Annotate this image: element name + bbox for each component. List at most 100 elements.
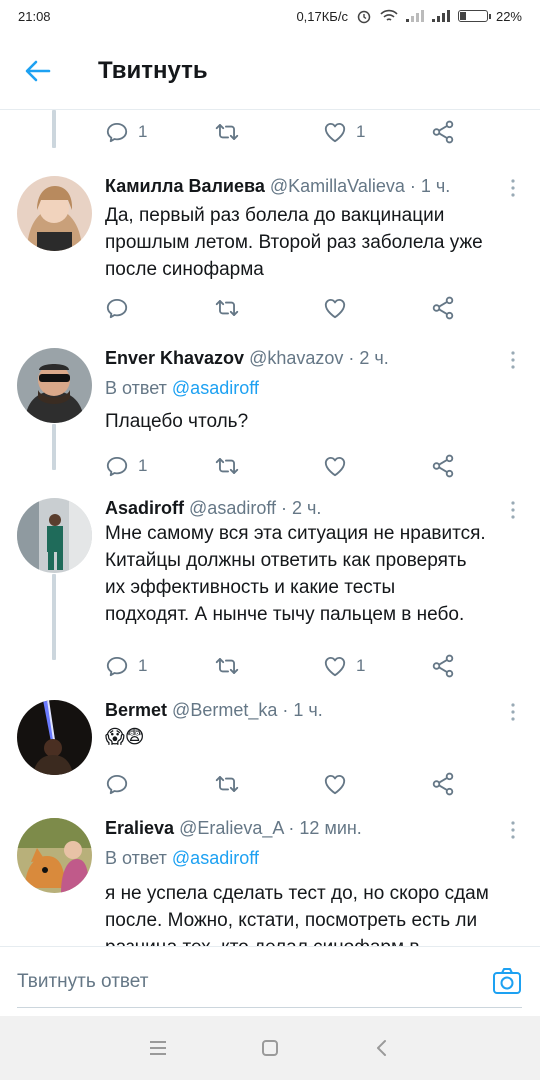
status-bar: 21:08 0,17КБ/с 22% (0, 0, 540, 32)
avatar[interactable] (17, 498, 92, 573)
like-icon (322, 771, 348, 797)
thread-line (52, 574, 56, 660)
back-triangle-icon[interactable] (370, 1036, 394, 1060)
tweet-text: Плацебо чтоль? (105, 411, 249, 432)
share-icon (430, 771, 456, 797)
retweet-icon (214, 653, 240, 679)
thread-line (52, 424, 56, 470)
reply-icon (104, 653, 130, 679)
tweet-time: · 1 ч. (409, 176, 451, 196)
retweet-icon (214, 119, 240, 145)
retweet-icon (214, 771, 240, 797)
avatar[interactable] (17, 348, 92, 423)
status-time: 21:08 (18, 8, 51, 24)
author-name[interactable]: Камилла Валиева (105, 176, 265, 196)
avatar[interactable] (17, 818, 92, 893)
reply-button[interactable]: 1 (104, 646, 147, 686)
author-name[interactable]: Bermet (105, 700, 167, 720)
reply-icon (104, 771, 130, 797)
status-right: 0,17КБ/с 22% (296, 8, 522, 24)
share-button[interactable] (430, 446, 456, 486)
home-square-icon[interactable] (258, 1036, 282, 1060)
tweet-header: Eralieva @Eralieva_A · 12 мин. (105, 818, 362, 839)
retweet-button[interactable] (214, 112, 240, 152)
retweet-button[interactable] (214, 646, 240, 686)
reply-input[interactable]: Твитнуть ответ (17, 971, 148, 993)
tweet-actions: 1 (104, 446, 464, 486)
thread-line (52, 110, 56, 148)
tweet-text: 😱😨 (105, 727, 145, 748)
battery-icon (457, 10, 491, 22)
reply-button[interactable]: 1 (104, 112, 147, 152)
more-icon[interactable] (508, 500, 518, 520)
share-button[interactable] (430, 112, 456, 152)
like-button[interactable] (322, 288, 356, 328)
more-icon[interactable] (508, 178, 518, 198)
system-nav-bar (0, 1016, 540, 1080)
retweet-button[interactable] (214, 288, 240, 328)
like-button[interactable]: 1 (322, 112, 365, 152)
like-button[interactable] (322, 764, 356, 804)
author-handle[interactable]: @Bermet_ka (172, 700, 277, 720)
author-name[interactable]: Asadiroff (105, 498, 184, 518)
author-name[interactable]: Enver Khavazov (105, 348, 244, 368)
camera-icon[interactable] (492, 967, 522, 995)
avatar[interactable] (17, 176, 92, 251)
reply-button[interactable] (104, 764, 138, 804)
tweet-time: · 2 ч. (348, 348, 389, 368)
author-name[interactable]: Eralieva (105, 818, 174, 838)
tweet-text: Мне самому вся эта ситуация не нравится.… (105, 523, 486, 625)
share-button[interactable] (430, 646, 456, 686)
tweet-header: Asadiroff @asadiroff · 2 ч. (105, 498, 321, 519)
reply-context: В ответ @asadiroff (105, 378, 259, 398)
menu-icon[interactable] (146, 1036, 170, 1060)
more-icon[interactable] (508, 350, 518, 370)
wifi-icon (380, 9, 398, 21)
app-bar: Твитнуть (0, 32, 540, 110)
retweet-icon (214, 295, 240, 321)
author-handle[interactable]: @khavazov (249, 348, 343, 368)
author-handle[interactable]: @asadiroff (189, 498, 276, 518)
share-button[interactable] (430, 764, 456, 804)
back-arrow-icon (25, 60, 51, 81)
reply-button[interactable]: 1 (104, 446, 147, 486)
retweet-icon (214, 453, 240, 479)
reply-icon (104, 453, 130, 479)
network-speed: 0,17КБ/с (296, 8, 348, 24)
tweet-actions: 1 1 (104, 646, 464, 686)
tweet-feed[interactable]: 1 1 Камилла Валиева @KamillaValieva · 1 … (0, 110, 540, 946)
share-icon (430, 653, 456, 679)
tweet-header: Enver Khavazov @khavazov · 2 ч. (105, 348, 389, 369)
like-button[interactable] (322, 446, 356, 486)
tweet-actions (104, 764, 464, 804)
battery-fill (459, 12, 467, 20)
tweet-header: Камилла Валиева @KamillaValieva · 1 ч. (105, 176, 450, 197)
more-icon[interactable] (508, 702, 518, 722)
author-handle[interactable]: @KamillaValieva (270, 176, 405, 196)
retweet-button[interactable] (214, 764, 240, 804)
input-underline (17, 1007, 522, 1008)
retweet-button[interactable] (214, 446, 240, 486)
avatar[interactable] (17, 700, 92, 775)
share-icon (430, 119, 456, 145)
reply-button[interactable] (104, 288, 138, 328)
reply-to-handle[interactable]: @asadiroff (172, 378, 259, 398)
like-button[interactable]: 1 (322, 646, 365, 686)
more-icon[interactable] (508, 820, 518, 840)
page-title: Твитнуть (98, 56, 208, 84)
like-icon (322, 119, 348, 145)
author-handle[interactable]: @Eralieva_A (179, 818, 283, 838)
reply-to-handle[interactable]: @asadiroff (172, 848, 259, 868)
tweet-time: · 12 мин. (288, 818, 362, 838)
reply-icon (104, 295, 130, 321)
like-icon (322, 453, 348, 479)
tweet-time: · 2 ч. (281, 498, 322, 518)
tweet-header: Bermet @Bermet_ka · 1 ч. (105, 700, 323, 721)
reply-context: В ответ @asadiroff (105, 848, 259, 868)
share-button[interactable] (430, 288, 456, 328)
signal-icon (405, 10, 424, 22)
like-icon (322, 653, 348, 679)
like-icon (322, 295, 348, 321)
alarm-icon (357, 10, 371, 24)
back-button[interactable] (0, 32, 76, 110)
